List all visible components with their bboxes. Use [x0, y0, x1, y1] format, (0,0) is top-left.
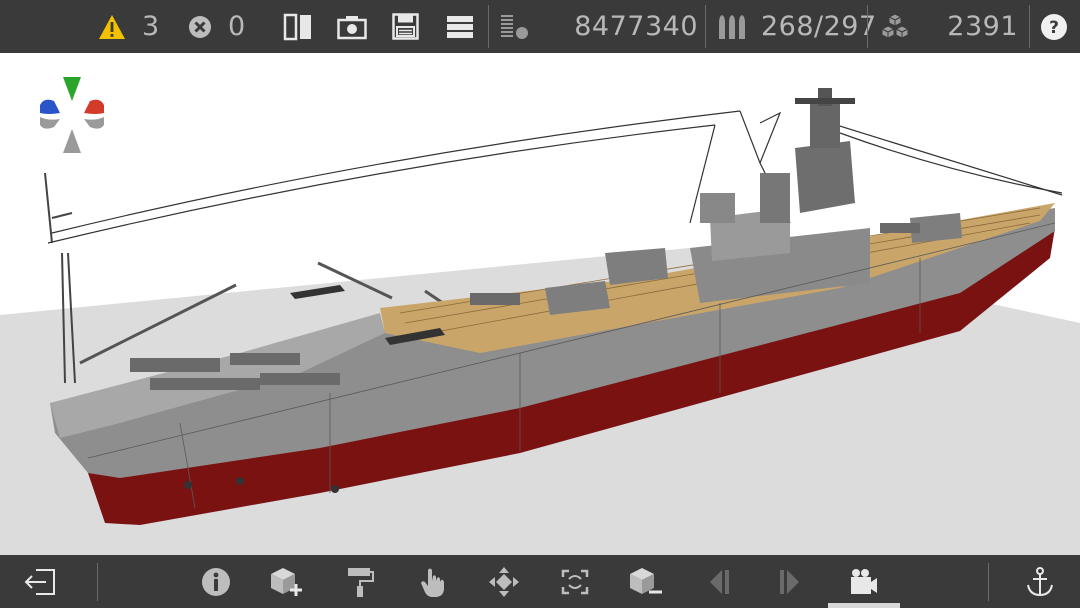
help-button[interactable]: ? [1040, 0, 1068, 53]
remove-block-icon [628, 566, 664, 598]
warning-icon [98, 14, 126, 40]
paint-roller-icon [345, 566, 375, 598]
exit-icon [24, 568, 56, 596]
exit-button[interactable] [10, 555, 70, 608]
ammo-icon [717, 13, 747, 41]
parts-indicator [879, 0, 911, 53]
rotate-button[interactable] [545, 555, 605, 608]
remove-block-button[interactable] [616, 555, 676, 608]
camera-icon [337, 14, 367, 40]
top-toolbar: 3 0 8477340 268/297 2391 ? [0, 0, 1080, 53]
error-icon [188, 15, 212, 39]
x-axis-marker [84, 99, 104, 114]
toolbar-divider [705, 5, 706, 48]
warnings-indicator[interactable]: 3 [98, 0, 160, 53]
split-view-button[interactable] [283, 0, 313, 53]
move-icon [488, 566, 520, 598]
camera-mode-icon [849, 568, 879, 596]
touch-icon [419, 566, 447, 598]
next-button[interactable] [760, 555, 820, 608]
previous-icon [706, 568, 732, 596]
warnings-count: 3 [142, 11, 160, 42]
axis-gizmo[interactable] [36, 75, 108, 155]
z-axis-marker [40, 99, 60, 114]
ammo-count: 268/297 [761, 11, 877, 42]
polycount-icon [500, 13, 530, 41]
toolbar-divider [97, 563, 98, 601]
add-block-icon [269, 566, 305, 598]
errors-indicator[interactable]: 0 [188, 0, 246, 53]
svg-text:?: ? [1049, 18, 1059, 38]
bottom-toolbar [0, 555, 1080, 608]
save-icon [392, 13, 419, 40]
parts-count: 2391 [947, 11, 1018, 42]
polycount-indicator [500, 0, 530, 53]
toolbar-divider [1029, 5, 1030, 48]
add-block-button[interactable] [257, 555, 317, 608]
menu-button[interactable] [446, 0, 474, 53]
rotate-icon [559, 567, 591, 597]
split-view-icon [283, 13, 313, 41]
info-icon [201, 567, 231, 597]
anchor-icon [1025, 566, 1055, 598]
y-axis-marker [63, 77, 81, 101]
touch-select-button[interactable] [403, 555, 463, 608]
parts-value-wrap: 2391 [920, 0, 1018, 53]
paint-button[interactable] [330, 555, 390, 608]
polygon-count: 8477340 [574, 11, 698, 42]
next-icon [777, 568, 803, 596]
info-button[interactable] [186, 555, 246, 608]
active-tool-indicator [828, 603, 900, 608]
errors-count: 0 [228, 11, 246, 42]
toolbar-divider [988, 563, 989, 601]
save-button[interactable] [392, 0, 419, 53]
superstructure [690, 88, 870, 303]
ship-render [0, 88, 1080, 555]
move-button[interactable] [474, 555, 534, 608]
anchor-button[interactable] [1010, 555, 1070, 608]
screenshot-button[interactable] [337, 0, 367, 53]
toolbar-divider [867, 5, 868, 48]
toolbar-divider [488, 5, 489, 48]
ammo-indicator: 268/297 [717, 0, 877, 53]
3d-viewport[interactable] [0, 53, 1080, 555]
polycount-value-wrap: 8477340 [560, 0, 698, 53]
help-icon: ? [1040, 13, 1068, 41]
cubes-icon [879, 12, 911, 41]
menu-icon [446, 14, 474, 40]
camera-mode-button[interactable] [834, 555, 894, 608]
previous-button[interactable] [689, 555, 749, 608]
